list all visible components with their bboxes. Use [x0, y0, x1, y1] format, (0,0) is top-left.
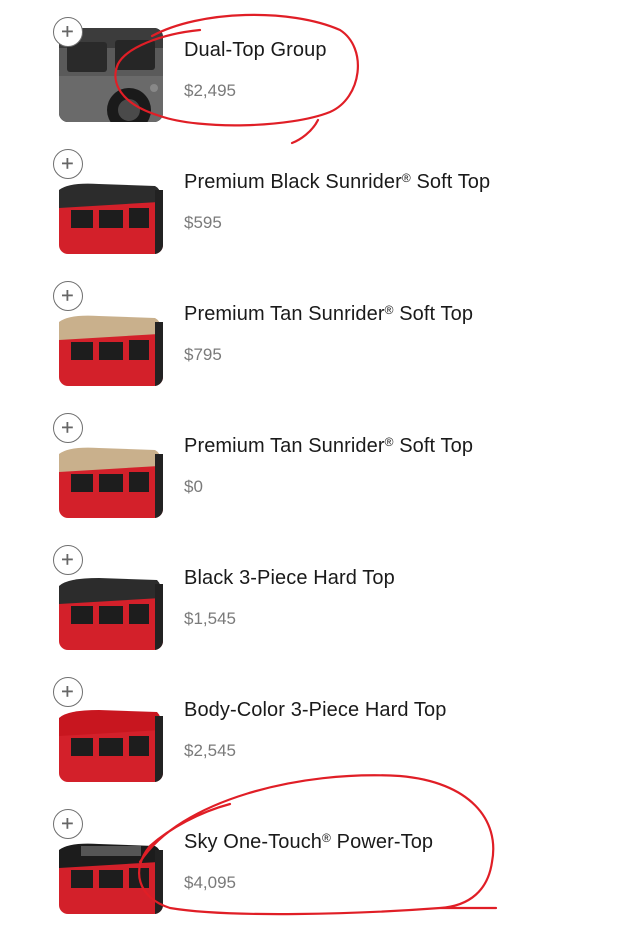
option-item-premium-tan-sunrider[interactable]: Premium Tan Sunrider® Soft Top $795 — [0, 281, 636, 391]
option-price: $2,545 — [184, 741, 236, 760]
option-price: $4,095 — [184, 873, 236, 892]
add-option-button[interactable] — [53, 545, 83, 575]
plus-circle-icon — [62, 818, 73, 829]
plus-circle-icon — [62, 554, 73, 565]
option-price: $1,545 — [184, 609, 236, 628]
option-name: Body-Color 3-Piece Hard Top — [184, 699, 447, 721]
option-price: $795 — [184, 345, 222, 364]
plus-circle-icon — [62, 290, 73, 301]
add-option-button[interactable] — [53, 809, 83, 839]
option-item-sky-one-touch-power-top[interactable]: Sky One-Touch® Power-Top $4,095 — [0, 809, 636, 919]
add-option-button[interactable] — [53, 413, 83, 443]
add-option-button[interactable] — [53, 677, 83, 707]
add-option-button[interactable] — [53, 281, 83, 311]
option-price: $2,495 — [184, 81, 236, 100]
option-price: $0 — [184, 477, 203, 496]
option-name: Premium Black Sunrider® Soft Top — [184, 171, 491, 193]
plus-circle-icon — [62, 158, 73, 169]
plus-circle-icon — [62, 26, 73, 37]
option-name: Sky One-Touch® Power-Top — [184, 831, 434, 853]
option-name: Dual-Top Group — [184, 39, 327, 61]
plus-circle-icon — [62, 422, 73, 433]
option-name: Black 3-Piece Hard Top — [184, 567, 395, 589]
option-item-premium-tan-sunrider-2[interactable]: Premium Tan Sunrider® Soft Top $0 — [0, 413, 636, 523]
option-item-premium-black-sunrider[interactable]: Premium Black Sunrider® Soft Top $595 — [0, 149, 636, 259]
option-item-body-color-3-piece-hard-top[interactable]: Body-Color 3-Piece Hard Top $2,545 — [0, 677, 636, 787]
option-price: $595 — [184, 213, 222, 232]
plus-circle-icon — [62, 686, 73, 697]
option-name: Premium Tan Sunrider® Soft Top — [184, 303, 474, 325]
option-item-black-3-piece-hard-top[interactable]: Black 3-Piece Hard Top $1,545 — [0, 545, 636, 655]
add-option-button[interactable] — [53, 149, 83, 179]
option-item-dual-top-group[interactable]: Dual-Top Group $2,495 — [0, 17, 636, 127]
add-option-button[interactable] — [53, 17, 83, 47]
option-name: Premium Tan Sunrider® Soft Top — [184, 435, 474, 457]
